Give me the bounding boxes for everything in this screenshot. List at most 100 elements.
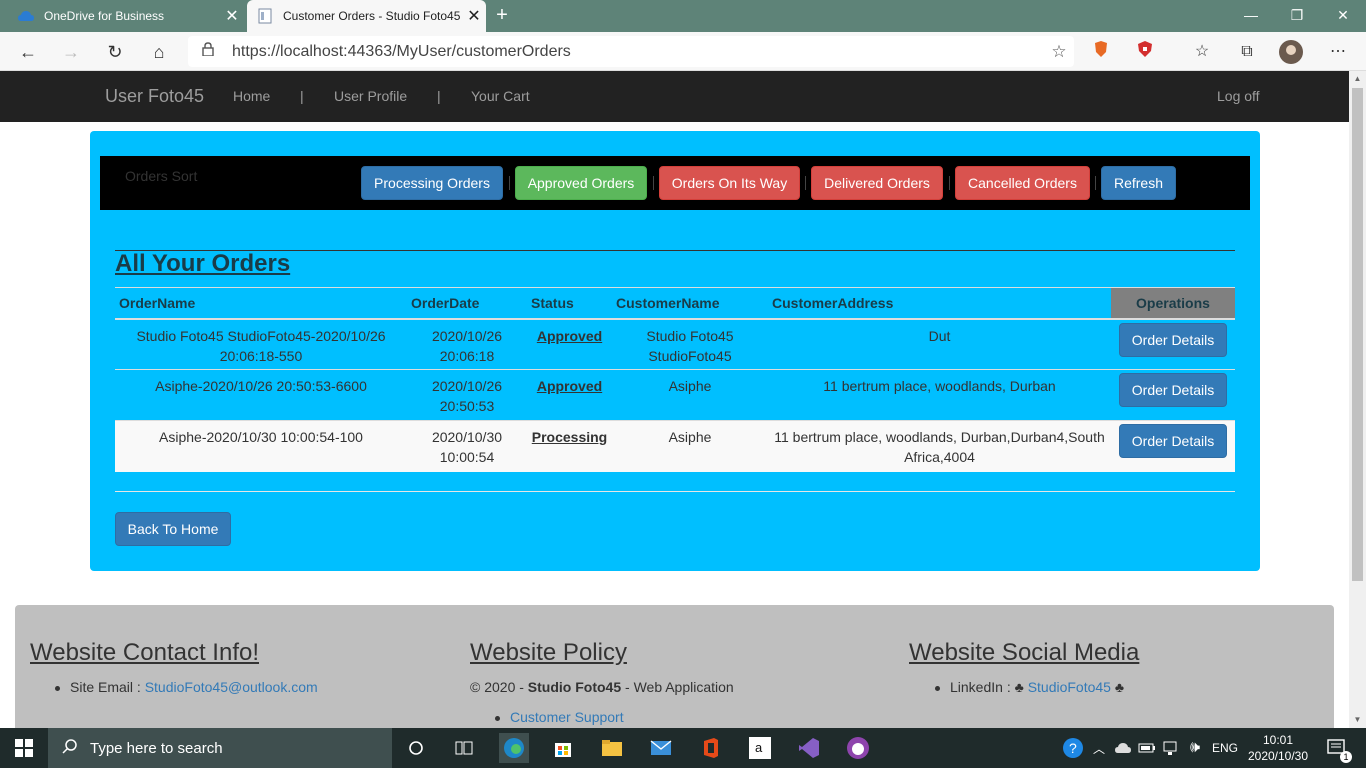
- company-name: Studio Foto45: [527, 679, 622, 695]
- language-indicator[interactable]: ENG: [1212, 728, 1238, 768]
- amazon-icon[interactable]: a: [745, 733, 775, 763]
- divider: [115, 491, 1235, 492]
- cancelled-orders-button[interactable]: Cancelled Orders: [955, 166, 1090, 200]
- table-row: Studio Foto45 StudioFoto45-2020/10/26 20…: [115, 318, 1235, 370]
- column-header: Operations: [1111, 287, 1235, 320]
- taskbar-search[interactable]: Type here to search: [48, 728, 392, 768]
- nav-user-profile[interactable]: User Profile: [334, 88, 407, 104]
- customer-support-link[interactable]: Customer Support: [510, 709, 624, 725]
- clock-date: 2020/10/30: [1247, 749, 1309, 763]
- orders-on-its-way-button[interactable]: Orders On Its Way: [659, 166, 800, 200]
- back-to-home-button[interactable]: Back To Home: [115, 512, 231, 546]
- edge-icon[interactable]: [499, 733, 529, 763]
- order-details-button[interactable]: Order Details: [1119, 322, 1227, 357]
- linkedin-link[interactable]: StudioFoto45: [1028, 679, 1111, 695]
- task-view-icon[interactable]: [449, 733, 479, 763]
- table-header-row: OrderName OrderDate Status CustomerName …: [115, 287, 1235, 320]
- forward-icon[interactable]: →: [56, 37, 86, 67]
- tab-customer-orders[interactable]: Customer Orders - Studio Foto45 ✕: [247, 0, 486, 32]
- bullet: [55, 685, 60, 691]
- column-header: CustomerName: [612, 287, 768, 320]
- logoff-link[interactable]: Log off: [1217, 88, 1260, 104]
- scroll-down-icon[interactable]: ▼: [1349, 712, 1366, 728]
- site-navbar: User Foto45 Home | User Profile | Your C…: [0, 71, 1349, 122]
- windows-start-icon[interactable]: [0, 728, 48, 768]
- brand-link[interactable]: User Foto45: [105, 86, 204, 107]
- visual-studio-icon[interactable]: [794, 733, 824, 763]
- clock-time: 10:01: [1262, 733, 1294, 747]
- brave-extension-icon[interactable]: [1089, 40, 1113, 64]
- shield-extension-icon[interactable]: [1133, 40, 1157, 64]
- onedrive-icon: [18, 8, 34, 24]
- address-toolbar: ← → ↻ ⌂ https://localhost:44363/MyUser/c…: [0, 32, 1366, 71]
- favorite-star-icon[interactable]: ☆: [1044, 42, 1074, 62]
- nav-your-cart[interactable]: Your Cart: [471, 88, 530, 104]
- order-details-button[interactable]: Order Details: [1119, 424, 1227, 458]
- nav-home[interactable]: Home: [233, 88, 270, 104]
- minimize-button[interactable]: —: [1228, 0, 1274, 32]
- processing-orders-button[interactable]: Processing Orders: [361, 166, 503, 200]
- customer-address: Dut: [768, 318, 1111, 370]
- orders-table: OrderName OrderDate Status CustomerName …: [115, 287, 1235, 472]
- operations-cell: Order Details: [1111, 369, 1235, 421]
- new-tab-button[interactable]: +: [490, 4, 514, 28]
- separator: [805, 176, 806, 190]
- email-link[interactable]: StudioFoto45@outlook.com: [145, 679, 318, 695]
- home-icon[interactable]: ⌂: [144, 37, 174, 67]
- customer-address: 11 bertrum place, woodlands, Durban,Durb…: [768, 420, 1111, 472]
- file-explorer-icon[interactable]: [597, 733, 627, 763]
- order-name: Asiphe-2020/10/30 10:00:54-100: [115, 420, 407, 472]
- social-heading: Website Social Media: [909, 639, 1140, 666]
- notifications-icon[interactable]: 1: [1322, 733, 1352, 763]
- office-icon[interactable]: [696, 733, 726, 763]
- support-item: Customer Support: [495, 709, 624, 725]
- nav-separator: |: [437, 88, 441, 104]
- bullet: [495, 715, 500, 721]
- page-scrollbar[interactable]: ▲ ▼: [1349, 71, 1366, 728]
- operations-cell: Order Details: [1111, 318, 1235, 370]
- refresh-button[interactable]: Refresh: [1101, 166, 1176, 200]
- scroll-up-icon[interactable]: ▲: [1349, 71, 1366, 87]
- nav-separator: |: [300, 88, 304, 104]
- cortana-icon[interactable]: [401, 733, 431, 763]
- tab-onedrive[interactable]: OneDrive for Business ✕: [0, 0, 244, 32]
- system-clock[interactable]: 10:01 2020/10/30: [1238, 732, 1318, 764]
- svg-text:?: ?: [1069, 740, 1077, 756]
- url-text: https://localhost:44363/MyUser/customerO…: [232, 42, 571, 60]
- avatar[interactable]: [1279, 40, 1303, 64]
- table-row: Asiphe-2020/10/30 10:00:54-100 2020/10/3…: [115, 420, 1235, 472]
- store-icon[interactable]: [548, 733, 578, 763]
- order-name: Asiphe-2020/10/26 20:50:53-6600: [115, 369, 407, 421]
- close-tab-icon[interactable]: ✕: [462, 6, 486, 26]
- order-status: Processing: [527, 420, 612, 472]
- customer-address: 11 bertrum place, woodlands, Durban: [768, 369, 1111, 421]
- favorites-icon[interactable]: ☆: [1190, 40, 1214, 64]
- policy-heading: Website Policy: [470, 639, 627, 666]
- close-tab-icon[interactable]: ✕: [220, 6, 244, 26]
- back-icon[interactable]: ←: [13, 37, 43, 67]
- collections-icon[interactable]: ⧉: [1235, 40, 1259, 64]
- delivered-orders-button[interactable]: Delivered Orders: [811, 166, 943, 200]
- operations-cell: Order Details: [1111, 420, 1235, 472]
- order-details-button[interactable]: Order Details: [1119, 373, 1227, 407]
- close-window-button[interactable]: ✕: [1320, 0, 1366, 32]
- customer-name: Asiphe: [612, 420, 768, 472]
- scroll-thumb[interactable]: [1352, 88, 1363, 581]
- separator: [653, 176, 654, 190]
- restore-button[interactable]: ❐: [1274, 0, 1320, 32]
- customer-name: Studio Foto45 StudioFoto45: [612, 318, 768, 370]
- reload-icon[interactable]: ↻: [100, 37, 130, 67]
- github-desktop-icon[interactable]: [843, 733, 873, 763]
- mail-icon[interactable]: [646, 733, 676, 763]
- site-footer: Website Contact Info! Site Email : Studi…: [15, 605, 1334, 745]
- orders-panel: Orders Sort Processing Orders Approved O…: [90, 131, 1260, 571]
- browser-tab-bar: OneDrive for Business ✕ Customer Orders …: [0, 0, 1366, 32]
- approved-orders-button[interactable]: Approved Orders: [515, 166, 647, 200]
- linkedin-label: LinkedIn : ♣: [950, 679, 1028, 695]
- linkedin-suffix: ♣: [1110, 679, 1125, 695]
- copyright-prefix: © 2020 -: [470, 679, 528, 695]
- notification-count: 1: [1340, 751, 1352, 763]
- volume-icon[interactable]: 🕪: [1180, 733, 1210, 763]
- url-bar[interactable]: https://localhost:44363/MyUser/customerO…: [188, 36, 1074, 67]
- more-menu-icon[interactable]: ⋯: [1326, 40, 1350, 64]
